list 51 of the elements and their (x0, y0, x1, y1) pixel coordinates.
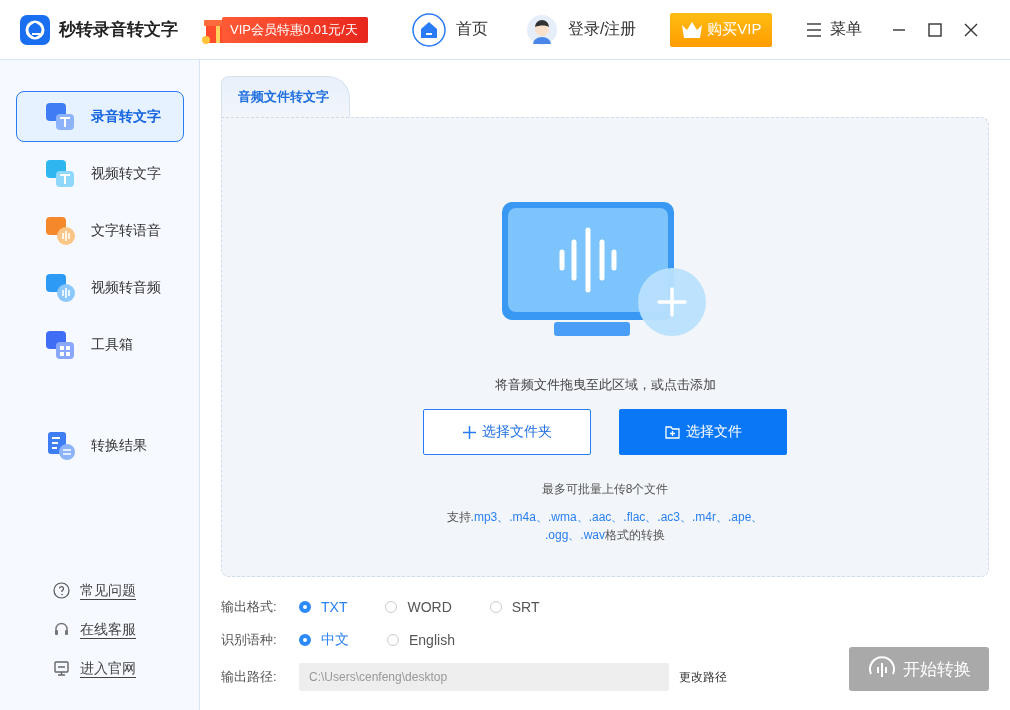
help-icon (53, 582, 70, 599)
headset-icon (53, 621, 70, 638)
document-icon (45, 429, 77, 462)
help-link[interactable]: 进入官网 (53, 659, 199, 678)
app-title: 秒转录音转文字 (59, 19, 178, 41)
video-icon (45, 157, 77, 190)
output-path-label: 输出路径: (221, 668, 278, 686)
help-link[interactable]: 在线客服 (53, 620, 199, 639)
change-path-link[interactable]: 更改路径 (679, 668, 727, 686)
select-file-button[interactable]: 选择文件 (619, 409, 787, 455)
output-format-label: 输出格式: (221, 598, 278, 616)
home-link[interactable]: 首页 (411, 12, 488, 47)
sidebar-item[interactable]: 文字转语音 (16, 205, 184, 256)
drop-area[interactable]: 将音频文件拖曳至此区域，或点击添加 选择文件夹 选择文件 最多可批量上传8个文件 支持.mp3、.m4a、.wma、.aac、.flac、.ac3、.m4r、.ape、 .ogg、.wav格式的转换 (221, 117, 989, 577)
format-radio[interactable]: WORD (385, 599, 452, 615)
drop-hint: 将音频文件拖曳至此区域，或点击添加 (494, 376, 716, 394)
login-link[interactable]: 登录/注册 (525, 13, 637, 46)
plus-icon (462, 425, 476, 439)
menu-icon (806, 22, 823, 37)
radio-dot[interactable] (299, 634, 311, 646)
menu-button[interactable]: 菜单 (806, 19, 863, 40)
toolbox-icon (45, 328, 77, 361)
supported-formats: 支持.mp3、.m4a、.wma、.aac、.flac、.ac3、.m4r、.ape、 .ogg、.wav格式的转换 (445, 509, 765, 544)
radio-dot[interactable] (387, 634, 399, 646)
sidebar-item[interactable]: 录音转文字 (16, 91, 184, 142)
tab[interactable]: 音频文件转文字 (221, 76, 350, 117)
sidebar-item[interactable]: 转换结果 (16, 420, 184, 471)
language-radio[interactable]: English (387, 632, 455, 648)
upload-limit: 最多可批量上传8个文件 (541, 481, 669, 498)
monitor-icon (53, 660, 70, 677)
radio-dot[interactable] (385, 601, 398, 613)
sidebar-item[interactable]: 视频转音频 (16, 262, 184, 313)
radio-dot[interactable] (489, 601, 502, 613)
format-radio[interactable]: SRT (489, 599, 540, 615)
avatar-icon (525, 13, 558, 46)
language-label: 识别语种: (221, 631, 278, 649)
folder-plus-icon (664, 425, 680, 439)
crown-icon (681, 20, 704, 39)
radio-dot[interactable] (299, 601, 311, 613)
language-radio[interactable]: 中文 (299, 631, 349, 649)
format-radio[interactable]: TXT (299, 599, 348, 615)
sidebar-item[interactable]: 视频转文字 (16, 148, 184, 199)
app-logo (20, 14, 50, 45)
audio-icon (45, 100, 77, 133)
help-link[interactable]: 常见问题 (53, 581, 199, 600)
select-folder-button[interactable]: 选择文件夹 (423, 409, 591, 455)
tts-icon (45, 214, 77, 247)
home-icon (411, 12, 446, 47)
video-audio-icon (45, 271, 77, 304)
promo-banner[interactable]: VIP会员特惠0.01元/天 (222, 16, 368, 43)
sidebar-item[interactable]: 工具箱 (16, 319, 184, 370)
